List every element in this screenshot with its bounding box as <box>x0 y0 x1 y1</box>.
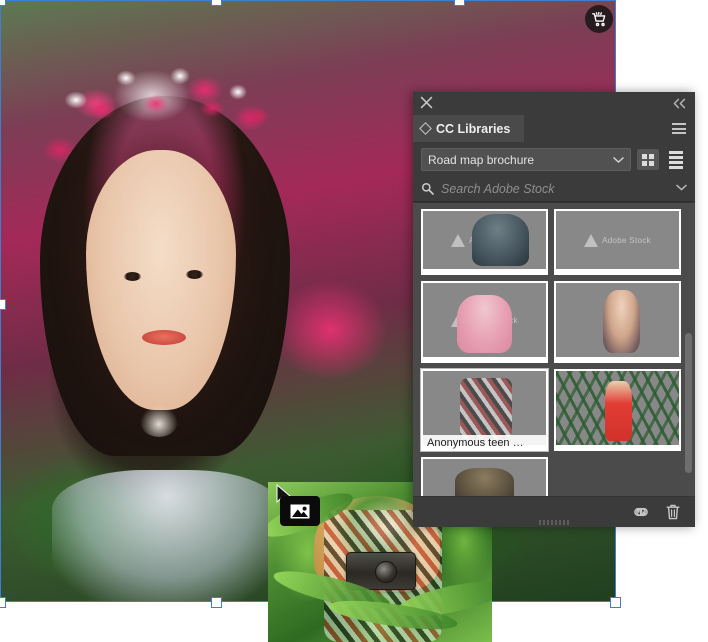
panel-resize-grip[interactable] <box>539 520 569 525</box>
chevron-down-icon <box>613 156 624 163</box>
list-view-icon <box>669 150 683 169</box>
panel-menu-icon[interactable] <box>672 123 686 134</box>
list-item[interactable]: Adobe Stock <box>421 209 548 275</box>
image-glyph <box>290 504 310 518</box>
double-chevron-left-icon[interactable] <box>672 98 687 109</box>
thumbnail-image: Adobe Stock <box>423 211 546 269</box>
thumbnail-image <box>556 371 679 445</box>
search-input[interactable]: Search Adobe Stock <box>441 182 555 196</box>
library-select-value: Road map brochure <box>428 152 535 167</box>
thumbnail-image <box>423 459 546 496</box>
shopping-cart-icon[interactable] <box>585 5 613 33</box>
thumbnail-image <box>556 283 679 357</box>
thumbnail-image: Adobe Stock <box>423 283 546 357</box>
list-item[interactable]: Adobe Stock <box>554 209 681 275</box>
photo-dress <box>52 470 282 602</box>
trash-icon[interactable] <box>665 503 681 521</box>
list-item[interactable] <box>554 281 681 363</box>
thumbnail-caption: Anonymous teen … <box>423 435 546 451</box>
tab-cc-libraries[interactable]: CC Libraries <box>413 115 525 142</box>
panel-tabstrip[interactable]: CC Libraries <box>413 115 695 142</box>
panel-footer <box>413 496 695 527</box>
handle-bottom-left[interactable] <box>0 597 6 608</box>
photo-necklace <box>140 405 178 437</box>
menu-line <box>672 123 686 125</box>
list-item[interactable]: Adobe Stock <box>421 281 548 363</box>
camera-lens <box>375 561 397 583</box>
image-placed-icon <box>280 496 320 526</box>
list-item[interactable] <box>554 369 681 451</box>
adobe-a-icon <box>584 233 599 247</box>
list-item[interactable]: Anonymous teen … <box>420 368 549 452</box>
adobe-stock-watermark: Adobe Stock <box>423 211 546 269</box>
list-item[interactable] <box>421 457 548 496</box>
watermark-label: Adobe Stock <box>469 235 518 245</box>
chevron-down-icon[interactable] <box>676 184 687 191</box>
handle-middle-left[interactable] <box>0 299 6 310</box>
photo-lips <box>142 330 186 345</box>
watermark-label: Adobe Stock <box>602 235 651 245</box>
diamond-icon <box>419 122 432 135</box>
adobe-a-icon <box>451 313 466 327</box>
handle-top-right[interactable] <box>454 0 465 6</box>
list-view-button[interactable] <box>665 149 687 170</box>
handle-bottom-right[interactable] <box>610 597 621 608</box>
tab-cc-libraries-label: CC Libraries <box>436 121 511 136</box>
menu-line <box>672 127 686 130</box>
adobe-a-icon <box>451 233 466 247</box>
handle-top-center[interactable] <box>211 0 222 6</box>
watermark-label: Adobe Stock <box>469 315 518 325</box>
thumbnail-image <box>423 371 546 445</box>
photo-flower-crown <box>52 56 280 142</box>
close-icon[interactable] <box>420 96 433 109</box>
adobe-stock-watermark: Adobe Stock <box>556 211 679 269</box>
search-icon <box>421 182 434 195</box>
panel-controls: Road map brochure <box>413 142 695 176</box>
search-row[interactable]: Search Adobe Stock <box>413 176 695 202</box>
thumbnail-image: Adobe Stock <box>556 211 679 269</box>
scrollbar-thumb[interactable] <box>685 333 692 473</box>
handle-bottom-center[interactable] <box>211 597 222 608</box>
library-select[interactable]: Road map brochure <box>421 148 631 171</box>
panel-topbar <box>413 92 695 115</box>
creative-cloud-icon[interactable] <box>631 504 651 520</box>
photo-eye-left <box>124 272 141 281</box>
cc-libraries-panel[interactable]: CC Libraries Road map brochure Search Ad… <box>413 92 695 527</box>
handle-top-left[interactable] <box>0 0 6 6</box>
thumbnail-grid: Adobe Stock Adobe Stock Adobe Stock Anon… <box>413 203 695 496</box>
photo-eye-right <box>186 270 203 279</box>
grid-view-icon <box>642 153 654 166</box>
adobe-stock-watermark: Adobe Stock <box>423 283 546 357</box>
grid-view-button[interactable] <box>637 149 659 170</box>
vertical-scrollbar[interactable] <box>685 205 692 494</box>
menu-line <box>672 132 686 134</box>
cart-glyph <box>591 11 605 26</box>
list-item[interactable] <box>554 457 681 496</box>
thumbnail-scroll-area[interactable]: Adobe Stock Adobe Stock Adobe Stock Anon… <box>413 202 695 496</box>
